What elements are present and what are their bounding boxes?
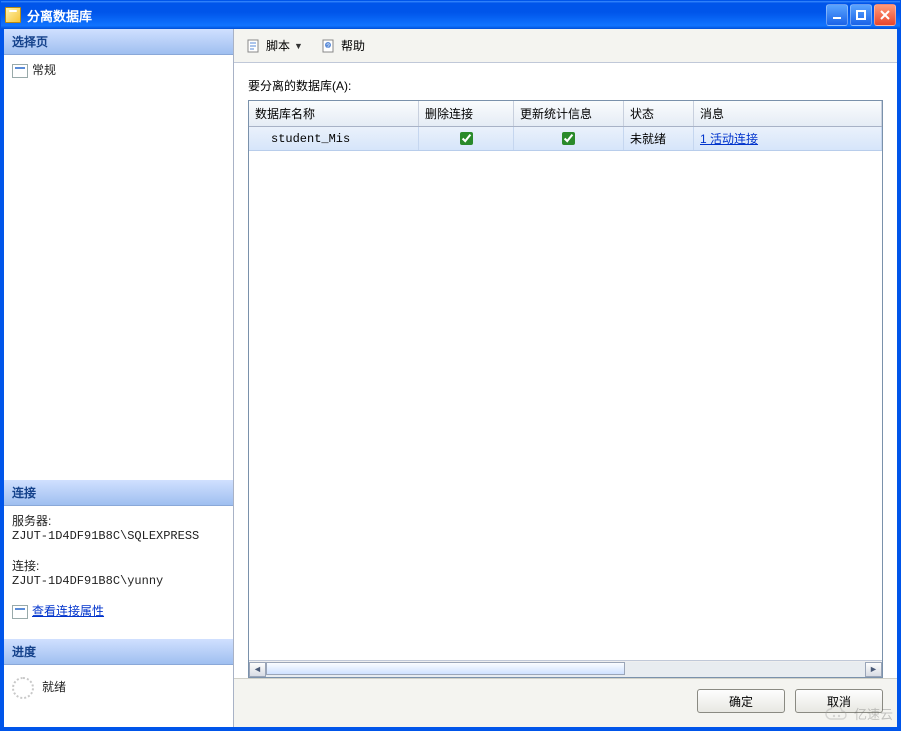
properties-icon: [12, 605, 28, 619]
col-header-name[interactable]: 数据库名称: [249, 101, 419, 126]
dialog-window: 分离数据库 选择页 常规 连接 服务器: ZJUT-1D4DF91B8C\SQL…: [0, 0, 901, 731]
progress-spinner-icon: [12, 677, 34, 699]
help-icon: ?: [321, 38, 337, 54]
cell-message: 1 活动连接: [694, 127, 882, 150]
select-page-header: 选择页: [4, 29, 233, 55]
horizontal-scrollbar[interactable]: ◄ ►: [249, 660, 882, 677]
scroll-thumb[interactable]: [266, 662, 625, 675]
main-panel: 脚本 ▼ ? 帮助 要分离的数据库(A): 数据库名称 删除连接 更新统计信息 …: [234, 29, 897, 727]
script-icon: [246, 38, 262, 54]
view-connection-link[interactable]: 查看连接属性: [32, 604, 104, 618]
scroll-left-button[interactable]: ◄: [249, 662, 266, 677]
cell-db-name: student_Mis: [249, 127, 419, 150]
conn-label: 连接:: [12, 557, 225, 574]
drop-connections-checkbox[interactable]: [460, 132, 473, 145]
table-row[interactable]: student_Mis 未就绪 1 活动连接: [249, 127, 882, 151]
grid-header: 数据库名称 删除连接 更新统计信息 状态 消息: [249, 101, 882, 127]
window-title: 分离数据库: [27, 6, 826, 25]
scroll-right-button[interactable]: ►: [865, 662, 882, 677]
minimize-button[interactable]: [826, 4, 848, 26]
dialog-buttons: 确定 取消: [234, 678, 897, 727]
script-button[interactable]: 脚本 ▼: [240, 35, 309, 56]
view-connection-props[interactable]: 查看连接属性: [12, 602, 225, 619]
col-header-drop[interactable]: 删除连接: [419, 101, 514, 126]
col-header-message[interactable]: 消息: [694, 101, 882, 126]
progress-header: 进度: [4, 639, 233, 665]
sidebar-item-general[interactable]: 常规: [4, 55, 233, 84]
close-button[interactable]: [874, 4, 896, 26]
col-header-update[interactable]: 更新统计信息: [514, 101, 624, 126]
prompt-label: 要分离的数据库(A):: [248, 77, 883, 94]
page-icon: [12, 64, 28, 78]
progress-status: 就绪: [42, 680, 66, 694]
update-stats-checkbox[interactable]: [562, 132, 575, 145]
col-header-status[interactable]: 状态: [624, 101, 694, 126]
help-button[interactable]: ? 帮助: [315, 35, 371, 56]
titlebar[interactable]: 分离数据库: [1, 1, 900, 29]
server-value: ZJUT-1D4DF91B8C\SQLEXPRESS: [12, 529, 225, 543]
app-icon: [5, 7, 21, 23]
toolbar: 脚本 ▼ ? 帮助: [234, 29, 897, 63]
sidebar-item-label: 常规: [32, 63, 56, 77]
sidebar: 选择页 常规 连接 服务器: ZJUT-1D4DF91B8C\SQLEXPRES…: [4, 29, 234, 727]
maximize-button[interactable]: [850, 4, 872, 26]
progress-body: 就绪: [4, 665, 233, 727]
scroll-track[interactable]: [266, 662, 865, 677]
server-label: 服务器:: [12, 512, 225, 529]
cell-drop: [419, 127, 514, 150]
ok-button[interactable]: 确定: [697, 689, 785, 713]
dropdown-arrow-icon: ▼: [294, 41, 303, 51]
conn-value: ZJUT-1D4DF91B8C\yunny: [12, 574, 225, 588]
cell-update: [514, 127, 624, 150]
script-label: 脚本: [266, 37, 290, 54]
database-grid[interactable]: 数据库名称 删除连接 更新统计信息 状态 消息 student_Mis 未就绪 …: [248, 100, 883, 678]
active-connections-link[interactable]: 1 活动连接: [700, 130, 758, 147]
connection-header: 连接: [4, 480, 233, 506]
help-label: 帮助: [341, 37, 365, 54]
connection-info: 服务器: ZJUT-1D4DF91B8C\SQLEXPRESS 连接: ZJUT…: [4, 506, 233, 625]
cell-status: 未就绪: [624, 127, 694, 150]
cancel-button[interactable]: 取消: [795, 689, 883, 713]
